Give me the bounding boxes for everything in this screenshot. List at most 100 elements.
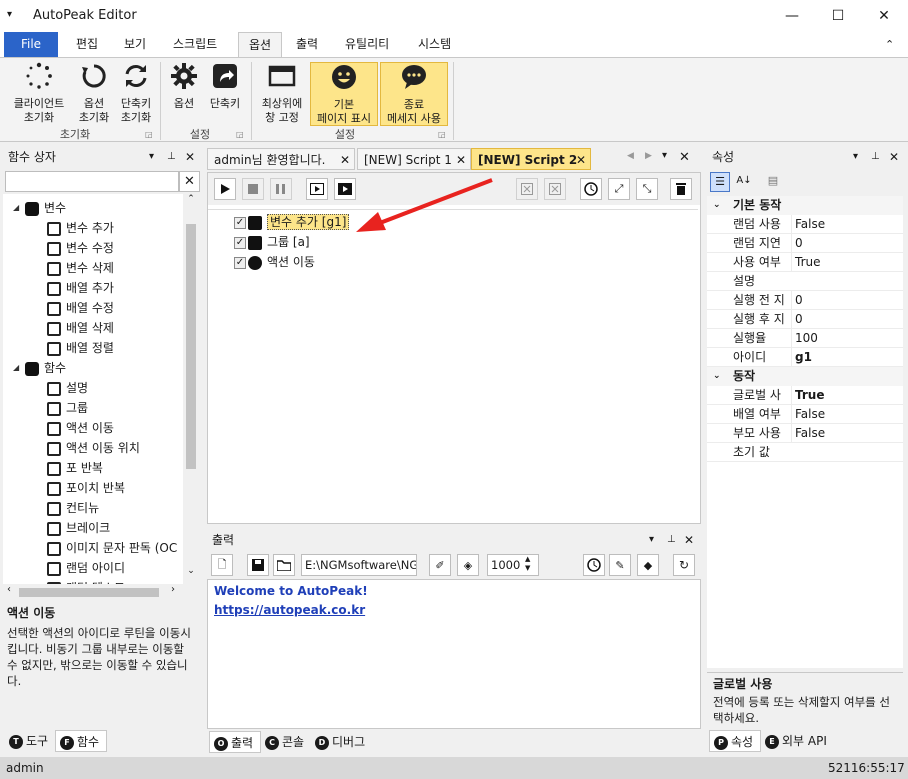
close-tab-icon[interactable]: ✕ bbox=[576, 149, 586, 169]
action-checkbox[interactable]: ✓ bbox=[234, 236, 246, 249]
open-folder-button[interactable] bbox=[273, 554, 295, 576]
scroll-right-icon[interactable]: › bbox=[171, 584, 175, 595]
refresh-log-button[interactable]: ↻ bbox=[673, 554, 695, 576]
options-button[interactable]: 옵션 bbox=[166, 62, 202, 111]
property-category[interactable]: ⌄ 동작 bbox=[707, 367, 903, 386]
tree-item[interactable]: 이미지 문자 판독 (OC bbox=[47, 538, 177, 558]
categorized-view-icon[interactable]: ☰ bbox=[710, 172, 730, 192]
property-row[interactable]: 사용 여부 True bbox=[707, 253, 903, 272]
panel-menu-icon[interactable]: ▾ bbox=[853, 146, 858, 168]
function-search-input[interactable] bbox=[5, 171, 179, 192]
tree-item[interactable]: 포이치 반복 bbox=[47, 478, 125, 498]
fill-color-button[interactable]: ◆ bbox=[637, 554, 659, 576]
tree-expander-icon[interactable]: ◢ bbox=[13, 358, 19, 378]
panel-menu-icon[interactable]: ▾ bbox=[149, 146, 154, 168]
close-tab-icon[interactable]: ✕ bbox=[456, 149, 466, 169]
client-reset-button[interactable]: 클라이언트 초기화 bbox=[6, 62, 72, 125]
property-value[interactable]: True bbox=[791, 253, 821, 272]
tab-edit[interactable]: 편집 bbox=[66, 32, 108, 57]
shortcut-reset-button[interactable]: 단축키 초기화 bbox=[116, 62, 156, 125]
property-value[interactable]: g1 bbox=[791, 348, 812, 367]
tab-tools[interactable]: T 도구 bbox=[5, 730, 53, 752]
tree-item[interactable]: 변수 삭제 bbox=[47, 258, 114, 278]
default-page-button[interactable]: 기본 페이지 표시 bbox=[310, 62, 378, 126]
chevron-down-icon[interactable]: ⌄ bbox=[713, 367, 721, 386]
tree-horizontal-scrollbar[interactable]: ‹ › bbox=[3, 584, 199, 600]
tree-item[interactable]: ◢ 함수 bbox=[13, 358, 66, 378]
panel-close-icon[interactable]: ✕ bbox=[889, 146, 899, 168]
doc-tab-script2[interactable]: [NEW] Script 2 ✕ bbox=[471, 148, 591, 170]
tree-item[interactable]: 배열 추가 bbox=[47, 278, 114, 298]
panel-close-icon[interactable]: ✕ bbox=[185, 146, 195, 168]
tab-scroll-right-icon[interactable]: ▶ bbox=[645, 151, 652, 161]
tree-item[interactable]: 액션 이동 bbox=[47, 418, 114, 438]
log-path-input[interactable]: E:\NGMsoftware\NG bbox=[301, 554, 417, 576]
doc-tab-script1[interactable]: [NEW] Script 1 ✕ bbox=[357, 148, 471, 170]
collapse-ribbon-icon[interactable]: ⌃ bbox=[885, 38, 894, 51]
property-category[interactable]: ⌄ 기본 동작 bbox=[707, 196, 903, 215]
panel-close-icon[interactable]: ✕ bbox=[684, 529, 694, 551]
delete-button[interactable] bbox=[670, 178, 692, 200]
log-link[interactable]: https://autopeak.co.kr bbox=[214, 601, 694, 620]
shortcut-button[interactable]: 단축키 bbox=[204, 62, 246, 111]
timer-button[interactable] bbox=[580, 178, 602, 200]
property-value[interactable]: False bbox=[791, 405, 825, 424]
timestamp-button[interactable] bbox=[583, 554, 605, 576]
chevron-down-icon[interactable]: ⌄ bbox=[713, 196, 721, 215]
tab-script[interactable]: 스크립트 bbox=[163, 32, 227, 57]
always-on-top-button[interactable]: 최상위에 창 고정 bbox=[256, 62, 308, 125]
tab-list-icon[interactable]: ▾ bbox=[662, 150, 667, 161]
tree-item[interactable]: 브레이크 bbox=[47, 518, 110, 538]
alphabetical-view-icon[interactable]: A↓ bbox=[734, 172, 754, 192]
close-tab-icon[interactable]: ✕ bbox=[340, 149, 350, 169]
scroll-thumb[interactable] bbox=[186, 224, 196, 469]
script-action-row[interactable]: ✓ 액션 이동 bbox=[234, 252, 315, 272]
pin-icon[interactable]: ⊥ bbox=[667, 529, 676, 551]
tab-system[interactable]: 시스템 bbox=[408, 32, 461, 57]
property-row[interactable]: 부모 사용 False bbox=[707, 424, 903, 443]
property-value[interactable]: False bbox=[791, 215, 825, 234]
options-reset-button[interactable]: 옵션 초기화 bbox=[74, 62, 114, 125]
tree-vertical-scrollbar[interactable]: ⌃ ⌄ bbox=[183, 194, 199, 584]
tab-utility[interactable]: 유틸리티 bbox=[335, 32, 399, 57]
tab-view[interactable]: 보기 bbox=[114, 32, 156, 57]
property-row[interactable]: 배열 여부 False bbox=[707, 405, 903, 424]
clean-button[interactable]: ✐ bbox=[429, 554, 451, 576]
tree-item[interactable]: 랜덤 아이디 bbox=[47, 558, 125, 578]
property-value[interactable]: 0 bbox=[791, 234, 803, 253]
script-action-row[interactable]: ✓ 그룹 [a] bbox=[234, 232, 310, 252]
property-value[interactable]: 100 bbox=[791, 329, 818, 348]
save-log-button[interactable] bbox=[247, 554, 269, 576]
tree-item[interactable]: 그룹 bbox=[47, 398, 88, 418]
action-checkbox[interactable]: ✓ bbox=[234, 256, 246, 269]
maximize-button[interactable]: ☐ bbox=[815, 0, 861, 32]
file-tab[interactable]: File bbox=[4, 32, 58, 57]
property-row[interactable]: 설명 bbox=[707, 272, 903, 291]
max-lines-input[interactable]: 1000 bbox=[487, 554, 539, 576]
tree-item[interactable]: 컨티뉴 bbox=[47, 498, 99, 518]
group-launcher-icon[interactable]: ◲ bbox=[438, 130, 446, 139]
property-row[interactable]: 랜덤 사용 False bbox=[707, 215, 903, 234]
script-action-row[interactable]: ✓ 변수 추가 [g1] bbox=[234, 212, 350, 232]
property-row[interactable]: 아이디 g1 bbox=[707, 348, 903, 367]
tree-item[interactable]: 설명 bbox=[47, 378, 88, 398]
step-run-button[interactable] bbox=[306, 178, 328, 200]
pause-button[interactable] bbox=[270, 178, 292, 200]
scroll-up-icon[interactable]: ⌃ bbox=[183, 194, 199, 204]
tab-external-api[interactable]: E 외부 API bbox=[761, 730, 835, 752]
group-launcher-icon[interactable]: ◲ bbox=[236, 130, 244, 139]
tab-output[interactable]: 출력 bbox=[286, 32, 328, 57]
action-checkbox[interactable]: ✓ bbox=[234, 216, 246, 229]
expand-all-button[interactable]: ⤢ bbox=[608, 178, 630, 200]
disable-button[interactable] bbox=[516, 178, 538, 200]
tab-properties[interactable]: P 속성 bbox=[709, 730, 761, 752]
collapse-all-button[interactable]: ⤡ bbox=[636, 178, 658, 200]
property-row[interactable]: 랜덤 지연 0 bbox=[707, 234, 903, 253]
tree-item[interactable]: 배열 수정 bbox=[47, 298, 114, 318]
new-log-button[interactable]: 🗋 bbox=[211, 554, 233, 576]
quick-access-menu-icon[interactable]: ▾ bbox=[7, 9, 12, 20]
group-launcher-icon[interactable]: ◲ bbox=[145, 130, 153, 139]
stop-button[interactable] bbox=[242, 178, 264, 200]
property-row[interactable]: 실행 전 지 0 bbox=[707, 291, 903, 310]
brush-button[interactable]: ✎ bbox=[609, 554, 631, 576]
